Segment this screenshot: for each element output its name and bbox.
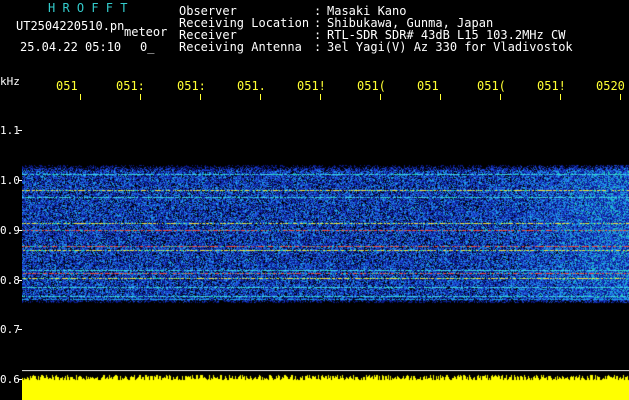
timestamp-label: 25.04.22 05:10 xyxy=(20,40,122,54)
app-title: H R O F F T xyxy=(48,1,128,15)
x-tick-label: 051( xyxy=(477,79,506,93)
x-tick-label: 051. xyxy=(237,79,266,93)
x-tick-label: 051: xyxy=(177,79,206,93)
signal-level-bar xyxy=(22,370,629,400)
info-sep: : xyxy=(314,40,322,54)
info-value-antenna: 3el Yagi(V) Az 330 for Vladivostok xyxy=(327,40,573,54)
meteor-tag: meteor xyxy=(124,25,168,39)
x-tick-label: 051: xyxy=(116,79,145,93)
x-tick-label: 051 xyxy=(56,79,78,93)
counter-label: 0_ xyxy=(140,40,155,54)
info-label-antenna: Receiving Antenna xyxy=(179,40,302,54)
x-tick-label: 051( xyxy=(357,79,386,93)
y-unit-label: kHz xyxy=(0,75,20,88)
x-tick-label: 0520 xyxy=(596,79,625,93)
filename-label: UT2504220510.pn xyxy=(16,19,125,33)
x-tick-label: 051 xyxy=(417,79,439,93)
x-tick-label: 051! xyxy=(537,79,566,93)
x-tick-label: 051! xyxy=(297,79,326,93)
spectrogram-canvas xyxy=(22,100,629,372)
